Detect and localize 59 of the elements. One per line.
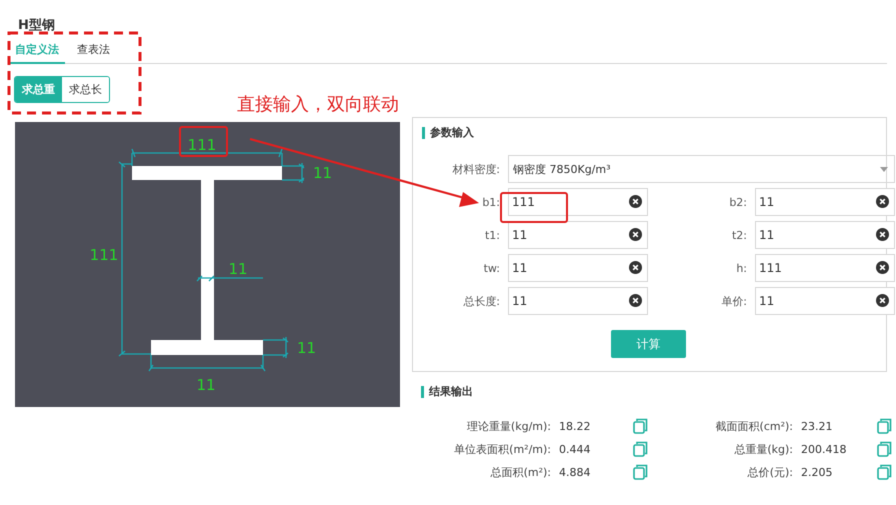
field-label: 单价: <box>721 294 747 308</box>
result-label: 总价(元): <box>746 464 793 480</box>
copy-icon[interactable] <box>877 441 892 457</box>
clear-icon[interactable] <box>876 195 889 208</box>
input-field[interactable]: 11 <box>508 254 648 282</box>
dimension-label: 11 <box>297 339 316 357</box>
input-field[interactable]: 11 <box>755 221 895 249</box>
input-field[interactable]: 11 <box>508 221 648 249</box>
clear-icon[interactable] <box>629 261 642 274</box>
input-field[interactable]: 11 <box>508 287 648 315</box>
result-label: 理论重量(kg/m): <box>466 418 551 434</box>
copy-icon[interactable] <box>633 441 648 457</box>
density-select[interactable]: 钢密度 7850Kg/m³ <box>508 155 895 183</box>
result-value: 2.205 <box>801 466 834 478</box>
input-field[interactable]: 111 <box>508 188 648 216</box>
field-label: t2: <box>732 228 747 242</box>
result-value: 4.884 <box>559 466 592 478</box>
field-label: b1: <box>482 196 500 208</box>
dimension-label: 11 <box>196 376 216 394</box>
dimension-label: 11 <box>313 164 332 182</box>
section-title: 结果输出 <box>421 386 887 398</box>
result-value: 200.418 <box>801 442 848 456</box>
clear-icon[interactable] <box>629 294 642 307</box>
field-label: b2: <box>729 196 747 208</box>
page-title: H型钢 <box>18 17 56 35</box>
annotation-text: 直接输入，双向联动 <box>237 93 399 116</box>
clear-icon[interactable] <box>876 228 889 241</box>
input-field[interactable]: 111 <box>755 254 895 282</box>
result-label: 截面面积(cm²): <box>714 418 793 434</box>
result-label: 总面积(m²): <box>490 464 551 480</box>
clear-icon[interactable] <box>876 261 889 274</box>
result-value: 18.22 <box>559 420 592 432</box>
dropdown-icon <box>880 166 888 172</box>
copy-icon[interactable] <box>877 464 892 480</box>
field-label: h: <box>736 262 747 274</box>
highlight-frame <box>500 192 568 223</box>
copy-icon[interactable] <box>877 418 892 434</box>
input-field[interactable]: 11 <box>755 287 895 315</box>
dimension-label: 111 <box>90 246 118 264</box>
dimension-line <box>196 275 264 282</box>
result-label: 单位表面积(m²/m): <box>453 442 551 456</box>
copy-icon[interactable] <box>633 418 648 434</box>
result-value: 0.444 <box>559 442 592 456</box>
result-label: 总重量(kg): <box>733 442 793 456</box>
clear-icon[interactable] <box>876 294 889 307</box>
clear-icon[interactable] <box>629 195 642 208</box>
clear-icon[interactable] <box>629 228 642 241</box>
field-label: 材料密度: <box>452 162 500 176</box>
input-field[interactable]: 11 <box>755 188 895 216</box>
copy-icon[interactable] <box>633 464 648 480</box>
field-label: tw: <box>484 262 500 274</box>
section-title: 参数输入 <box>422 127 878 139</box>
dimension-label: 11 <box>228 260 248 278</box>
field-label: t1: <box>484 228 500 242</box>
tab[interactable]: 查表法 <box>71 36 116 64</box>
dimension-label: 111 <box>188 136 216 154</box>
field-label: 总长度: <box>463 294 500 308</box>
highlight-frame <box>179 126 228 157</box>
result-value: 23.21 <box>801 420 834 432</box>
